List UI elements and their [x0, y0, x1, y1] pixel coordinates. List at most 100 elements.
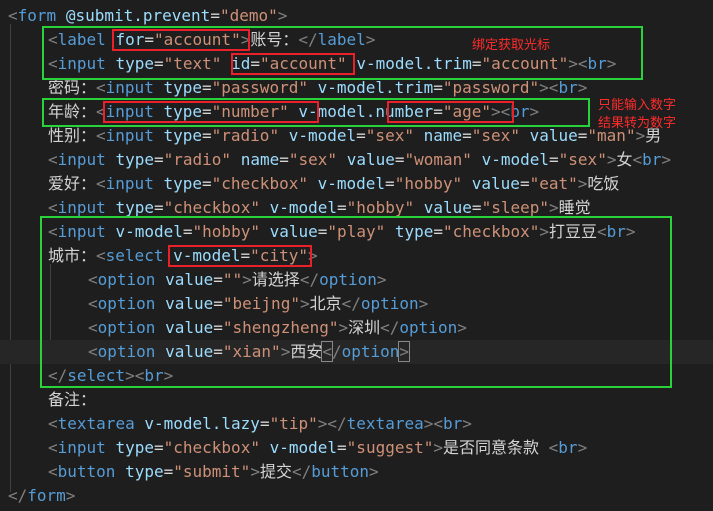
- code-text: =: [259, 414, 270, 433]
- code-tag-name: button: [57, 462, 116, 481]
- code-text: =: [519, 174, 530, 193]
- code-text: =: [337, 438, 347, 457]
- code-attribute: v-model: [288, 126, 357, 145]
- code-text: =: [202, 126, 212, 145]
- code-punctuation: <: [96, 126, 106, 145]
- code-line-19: <input type="checkbox" v-model="suggest"…: [48, 436, 713, 460]
- code-punctuation: >: [577, 78, 588, 97]
- code-attribute: type: [115, 438, 154, 457]
- code-text: 备注：: [48, 390, 97, 409]
- code-punctuation: >: [277, 6, 288, 25]
- code-attribute: v-model.trim: [317, 78, 434, 97]
- code-line-17: 备注：: [48, 388, 713, 412]
- code-line-18: <textarea v-model.lazy="tip"></textarea>…: [48, 412, 713, 436]
- code-punctuation: >: [369, 462, 379, 481]
- code-attribute: type: [115, 150, 154, 169]
- code-punctuation: <: [48, 414, 58, 433]
- code-punctuation: >: [661, 150, 672, 169]
- code-string: "sleep": [481, 198, 549, 217]
- code-string: "eat": [529, 174, 578, 193]
- code-string: "sex": [558, 150, 607, 169]
- code-text: =: [153, 198, 164, 217]
- code-string: "submit": [173, 462, 251, 481]
- code-text: =: [279, 150, 289, 169]
- code-text: 吃饭: [587, 174, 620, 193]
- code-string: "sex": [365, 126, 414, 145]
- code-punctuation: >: [65, 486, 76, 505]
- code-string: "password": [211, 78, 308, 97]
- code-string: "radio": [211, 126, 280, 145]
- code-text: =: [210, 6, 220, 25]
- code-attribute: value: [529, 126, 578, 145]
- highlight-box-checkbox-select: [40, 216, 672, 388]
- code-attribute: value: [423, 198, 472, 217]
- code-attribute: value: [346, 150, 395, 169]
- code-text: =: [163, 462, 174, 481]
- code-attribute: v-model.lazy: [144, 414, 260, 433]
- code-text: =: [577, 126, 588, 145]
- code-tag-name: br: [558, 438, 578, 457]
- code-attribute: v-model: [481, 150, 550, 169]
- code-line-8: 爱好：<input type="checkbox" v-model="hobby…: [48, 172, 713, 196]
- code-string: "password": [442, 78, 540, 97]
- code-text: =: [153, 438, 164, 457]
- code-text: 爱好：: [48, 174, 97, 193]
- code-editor[interactable]: <form @submit.prevent="demo"> <label for…: [0, 0, 713, 511]
- code-tag-name: textarea: [57, 414, 135, 433]
- code-tag-name: button: [311, 462, 370, 481]
- code-string: "tip": [269, 414, 318, 433]
- code-attribute: v-model: [269, 438, 338, 457]
- code-tag-name: br: [642, 150, 662, 169]
- code-tag-name: input: [105, 174, 154, 193]
- code-text: =: [433, 78, 443, 97]
- code-text: 密码：: [48, 78, 97, 97]
- annotation-number-only-note: 只能输入数字: [598, 98, 677, 113]
- code-punctuation: >: [577, 438, 588, 457]
- code-attribute: @submit.prevent: [65, 6, 211, 25]
- code-punctuation: <: [632, 150, 643, 169]
- code-punctuation: ><: [539, 78, 559, 97]
- code-attribute: type: [163, 174, 202, 193]
- code-text: =: [356, 126, 366, 145]
- code-string: "checkbox": [163, 198, 260, 217]
- code-text: =: [471, 198, 482, 217]
- code-punctuation: </: [8, 486, 28, 505]
- code-attribute: name: [240, 150, 280, 169]
- code-string: "checkbox": [211, 174, 308, 193]
- annotation-focus-note: 绑定获取光标: [472, 38, 551, 53]
- annotation-number-result-note: 结果转为数字: [598, 116, 677, 131]
- highlight-for-attr: [112, 29, 250, 51]
- code-string: "hobby": [346, 198, 415, 217]
- code-punctuation: <: [48, 438, 58, 457]
- code-tag-name: input: [105, 78, 154, 97]
- code-text: =: [394, 150, 405, 169]
- code-string: "radio": [163, 150, 232, 169]
- code-punctuation: <: [48, 150, 58, 169]
- code-tag-name: form: [27, 486, 66, 505]
- code-punctuation: <: [96, 78, 106, 97]
- code-punctuation: ></: [317, 414, 347, 433]
- code-attribute: v-model: [269, 198, 338, 217]
- code-line-20: <button type="submit">提交</button>: [48, 460, 713, 484]
- code-text: =: [385, 174, 395, 193]
- code-tag-name: input: [57, 438, 106, 457]
- code-attribute: name: [423, 126, 463, 145]
- code-attribute: v-model: [317, 174, 386, 193]
- highlight-select-vmodel: [168, 245, 312, 267]
- code-text: =: [462, 126, 472, 145]
- code-string: "hobby": [394, 174, 463, 193]
- code-text: 睡觉: [558, 198, 591, 217]
- code-text: =: [337, 198, 347, 217]
- code-tag-name: textarea: [346, 414, 424, 433]
- code-tag-name: input: [57, 198, 106, 217]
- code-punctuation: >: [577, 174, 588, 193]
- code-line-21: </form>: [8, 484, 713, 508]
- code-line-7: <input type="radio" name="sex" value="wo…: [48, 148, 713, 172]
- code-attribute: type: [163, 78, 202, 97]
- code-punctuation: <: [8, 6, 18, 25]
- code-punctuation: <: [48, 198, 58, 217]
- highlight-number-type: [103, 101, 319, 123]
- code-text: =: [549, 150, 559, 169]
- code-string: "woman": [404, 150, 472, 169]
- code-string: "demo": [219, 6, 278, 25]
